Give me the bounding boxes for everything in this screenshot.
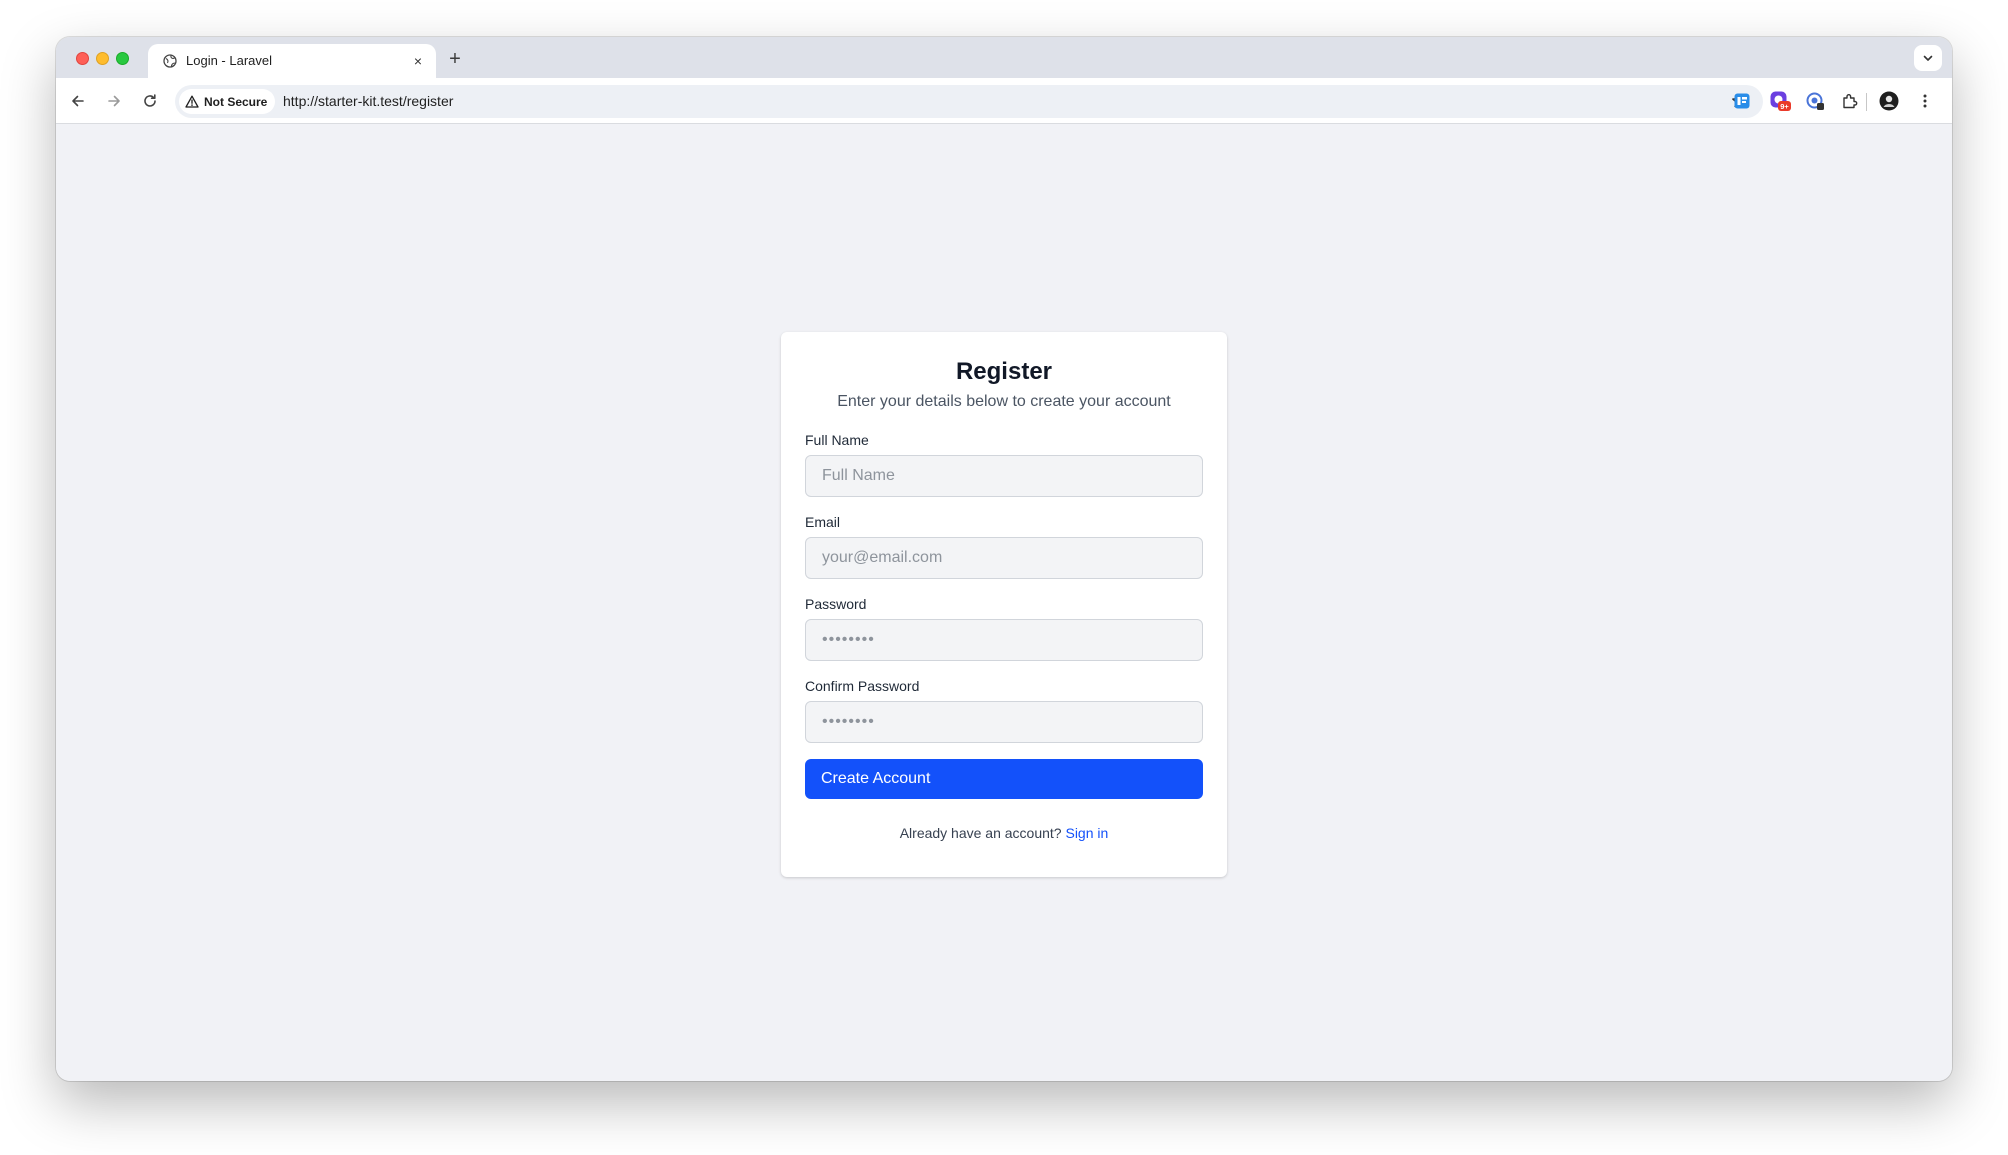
close-window-button[interactable]	[76, 52, 89, 65]
reload-button[interactable]	[136, 87, 164, 115]
tab-login-laravel[interactable]: Login - Laravel ×	[148, 44, 436, 78]
vpn-extension-button[interactable]	[1804, 90, 1826, 112]
extensions-menu-button[interactable]	[1839, 90, 1861, 112]
page-title: Register	[955, 358, 1053, 385]
reload-icon	[144, 94, 156, 107]
browser-menu-button[interactable]	[1914, 90, 1936, 112]
browser-window: Login - Laravel × + Not Secure http://st…	[56, 37, 1952, 1081]
notification-extension-icon: 9+	[1770, 91, 1791, 111]
chevron-down-icon	[1923, 55, 1933, 61]
more-vertical-icon	[1923, 94, 1927, 108]
security-chip-label: Not Secure	[204, 94, 268, 109]
password-label: Password	[805, 596, 867, 612]
back-button[interactable]	[64, 87, 92, 115]
sign-in-prompt-text: Already have an account?	[899, 825, 1062, 841]
globe-icon	[162, 53, 177, 68]
email-input[interactable]	[805, 537, 1203, 579]
form-extension-icon	[1734, 93, 1750, 109]
tab-strip: Login - Laravel × +	[56, 37, 1952, 78]
address-bar[interactable]: Not Secure http://starter-kit.test/regis…	[175, 85, 1763, 118]
avatar-icon	[1879, 91, 1899, 111]
warning-icon	[185, 95, 199, 108]
tab-close-button[interactable]: ×	[408, 51, 428, 71]
notification-extension-button[interactable]: 9+	[1769, 90, 1791, 112]
forward-button[interactable]	[100, 87, 128, 115]
new-tab-button[interactable]: +	[441, 46, 469, 72]
password-input[interactable]	[805, 619, 1203, 661]
page-subtitle: Enter your details below to create your …	[837, 393, 1171, 410]
form-extension-button[interactable]	[1731, 90, 1753, 112]
sign-in-prompt: Already have an account? Sign in	[805, 825, 1203, 841]
confirm-password-label: Confirm Password	[805, 678, 920, 694]
confirm-password-field: Confirm Password	[805, 677, 1203, 743]
full-name-label: Full Name	[805, 432, 869, 448]
password-field: Password	[805, 595, 1203, 661]
profile-avatar-button[interactable]	[1878, 90, 1900, 112]
puzzle-icon	[1843, 94, 1858, 109]
arrow-right-icon	[108, 95, 120, 107]
tab-title: Login - Laravel	[186, 53, 272, 68]
security-chip[interactable]: Not Secure	[179, 89, 276, 114]
toolbar-divider	[1866, 93, 1867, 111]
confirm-password-input[interactable]	[805, 701, 1203, 743]
minimize-window-button[interactable]	[96, 52, 109, 65]
create-account-button[interactable]: Create Account	[805, 759, 1203, 799]
full-name-input[interactable]	[805, 455, 1203, 497]
maximize-window-button[interactable]	[116, 52, 129, 65]
page-viewport: Register Enter your details below to cre…	[56, 125, 1952, 1081]
url-text[interactable]: http://starter-kit.test/register	[283, 93, 453, 109]
plus-icon: +	[449, 47, 461, 70]
full-name-field: Full Name	[805, 431, 1203, 497]
close-icon: ×	[413, 53, 423, 69]
email-label: Email	[805, 514, 841, 530]
sign-in-link[interactable]: Sign in	[1065, 825, 1108, 841]
register-card: Register Enter your details below to cre…	[781, 332, 1227, 877]
tab-search-button[interactable]	[1914, 45, 1942, 71]
extension-badge: 9+	[1780, 102, 1789, 111]
browser-toolbar: Not Secure http://starter-kit.test/regis…	[56, 78, 1952, 124]
email-field: Email	[805, 513, 1203, 579]
vpn-extension-icon	[1806, 92, 1824, 110]
arrow-left-icon	[72, 95, 84, 107]
